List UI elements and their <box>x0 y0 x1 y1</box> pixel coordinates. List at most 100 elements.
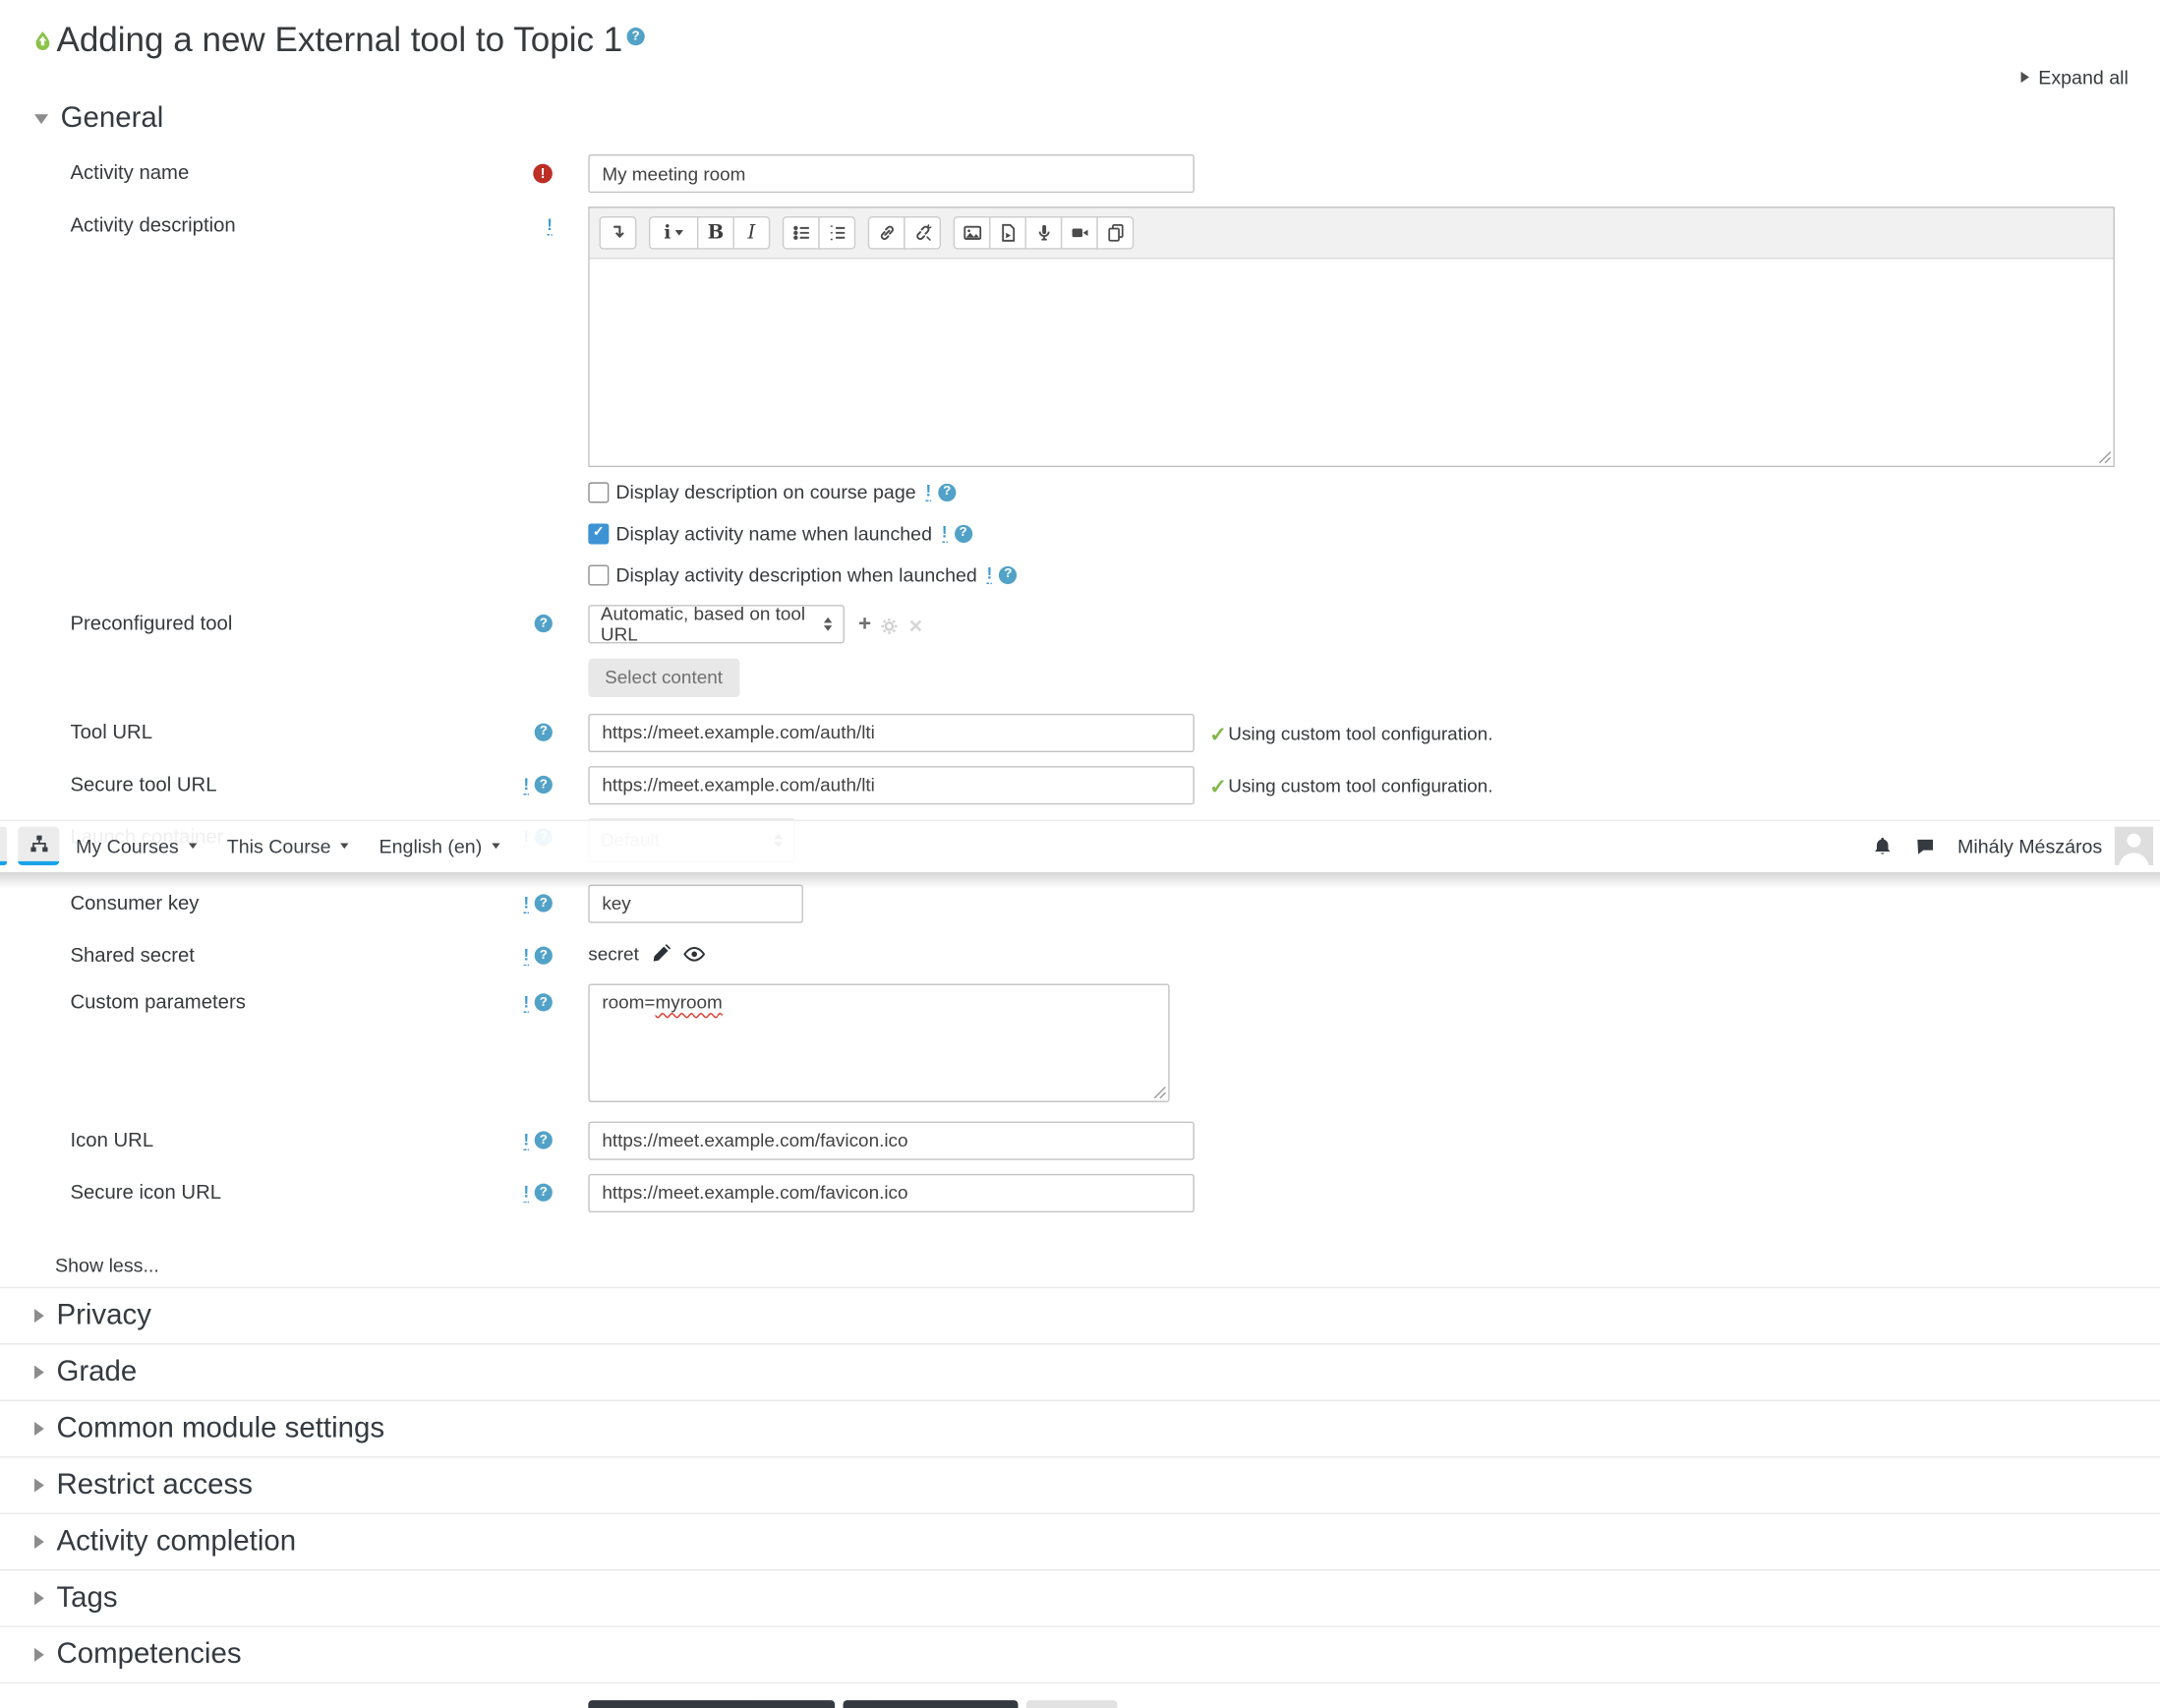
help-icon[interactable]: ? <box>938 483 957 501</box>
page-header: Adding a new External tool to Topic 1 ? <box>0 0 2160 61</box>
page: Adding a new External tool to Topic 1 ? … <box>0 0 2160 1708</box>
consumer-key-input[interactable] <box>588 883 803 923</box>
consumer-key-label: Consumer key <box>70 892 200 914</box>
edit-tool-gear-icon[interactable] <box>881 617 899 634</box>
expand-all-link[interactable]: Expand all <box>2020 66 2129 88</box>
help-icon[interactable]: ? <box>999 565 1018 584</box>
section-privacy-toggle[interactable]: Privacy <box>0 1299 2160 1332</box>
help-icon[interactable]: ? <box>534 1131 553 1149</box>
preconfigured-tool-select[interactable]: Automatic, based on tool URL <box>588 604 845 645</box>
tool-url-input[interactable] <box>588 713 1195 752</box>
sticky-navbar: My Courses This Course English (en) Mihá… <box>0 819 2160 889</box>
icon-url-input[interactable] <box>588 1120 1195 1160</box>
description-textarea[interactable] <box>589 259 2114 466</box>
tool-url-label: Tool URL <box>70 721 153 743</box>
add-tool-icon[interactable]: + <box>858 614 871 636</box>
avatar[interactable] <box>2114 826 2154 865</box>
record-video-button[interactable] <box>1060 215 1098 250</box>
record-audio-button[interactable] <box>1024 215 1063 250</box>
section-tags-toggle[interactable]: Tags <box>0 1581 2160 1615</box>
nav-this-course[interactable]: This Course <box>227 835 349 857</box>
preconfigured-tool-row: Preconfigured tool ? Automatic, based on… <box>0 604 2160 697</box>
help-icon[interactable]: ? <box>534 993 553 1012</box>
save-and-display-button[interactable]: Save and display <box>844 1699 1019 1708</box>
description-editor: i B I <box>588 206 2115 468</box>
icon-url-row: Icon URL ! ? <box>0 1120 2160 1160</box>
caret-right-icon <box>34 1647 44 1662</box>
display-description-row: Display description on course page ! ? <box>588 481 2160 502</box>
advanced-marker-icon: ! <box>941 521 948 544</box>
sitemap-icon[interactable] <box>18 826 60 865</box>
advanced-marker-icon: ! <box>523 991 530 1013</box>
display-activity-description-checkbox[interactable] <box>588 563 610 585</box>
nav-my-courses[interactable]: My Courses <box>76 835 197 857</box>
section-general-toggle[interactable]: General <box>0 102 2160 136</box>
caret-down-icon <box>340 843 349 850</box>
shared-secret-label: Shared secret <box>70 944 195 967</box>
help-icon[interactable]: ? <box>534 614 553 633</box>
secure-icon-url-label: Secure icon URL <box>70 1181 222 1204</box>
section-common-module-settings-toggle[interactable]: Common module settings <box>0 1412 2160 1445</box>
secure-icon-url-input[interactable] <box>588 1173 1195 1212</box>
section-activity-completion-toggle[interactable]: Activity completion <box>0 1524 2160 1558</box>
advanced-marker-icon: ! <box>547 214 553 236</box>
launch-container-wrap: Launch container ! ? Default My Co <box>0 817 2160 889</box>
nav-language[interactable]: English (en) <box>379 835 500 857</box>
unordered-list-button[interactable] <box>782 215 820 250</box>
insert-media-button[interactable] <box>989 215 1026 250</box>
insert-image-button[interactable] <box>953 215 991 250</box>
messages-icon[interactable] <box>1915 836 1936 856</box>
cancel-button[interactable]: Cancel <box>1026 1699 1118 1708</box>
caret-right-icon <box>34 1590 44 1605</box>
secure-tool-url-row: Secure tool URL ! ? ✓ Using custom tool … <box>0 765 2160 804</box>
section-grade-toggle[interactable]: Grade <box>0 1355 2160 1388</box>
manage-files-button[interactable] <box>1096 215 1135 250</box>
save-and-return-button[interactable]: Save and return to course <box>588 1699 836 1708</box>
caret-down-icon <box>492 843 500 850</box>
display-activity-name-checkbox[interactable] <box>588 522 610 544</box>
help-icon[interactable]: ? <box>534 776 553 795</box>
help-icon[interactable]: ? <box>534 894 553 913</box>
title-help-icon[interactable]: ? <box>626 28 645 46</box>
help-icon[interactable]: ? <box>534 722 553 741</box>
activity-name-input[interactable] <box>588 153 1195 194</box>
page-title: Adding a new External tool to Topic 1 <box>56 21 623 60</box>
select-content-button[interactable]: Select content <box>588 658 739 697</box>
icon-url-label: Icon URL <box>70 1129 154 1151</box>
form-actions: Save and return to course Save and displ… <box>588 1699 2160 1708</box>
bold-button[interactable]: B <box>697 215 734 250</box>
section-restrict-access-toggle[interactable]: Restrict access <box>0 1468 2160 1502</box>
secure-tool-url-status: ✓ Using custom tool configuration. <box>1209 775 1493 798</box>
edit-pencil-icon[interactable] <box>651 944 671 964</box>
show-secret-eye-icon[interactable] <box>682 945 705 963</box>
help-icon[interactable]: ? <box>534 1183 553 1202</box>
paragraph-styles-menu[interactable]: i <box>648 215 699 250</box>
editor-toolbar: i B I <box>589 207 2114 260</box>
help-icon[interactable]: ? <box>954 524 972 543</box>
link-button[interactable] <box>867 215 905 250</box>
ordered-list-button[interactable] <box>818 215 856 250</box>
help-icon[interactable]: ? <box>534 946 553 965</box>
unlink-button[interactable] <box>904 215 942 250</box>
caret-right-icon <box>34 1477 44 1492</box>
italic-button[interactable]: I <box>732 215 771 250</box>
section-competencies-toggle[interactable]: Competencies <box>0 1637 2160 1671</box>
delete-tool-icon[interactable]: ✕ <box>908 617 923 634</box>
toolbar-collapse-button[interactable] <box>599 215 637 250</box>
advanced-marker-icon: ! <box>523 944 530 966</box>
advanced-marker-icon: ! <box>523 1129 530 1150</box>
resize-handle[interactable] <box>1153 1085 1167 1098</box>
secure-tool-url-input[interactable] <box>588 765 1195 804</box>
custom-parameters-textarea[interactable]: room=myroom <box>588 982 1170 1102</box>
display-description-checkbox[interactable] <box>588 481 610 502</box>
notifications-bell-icon[interactable] <box>1872 836 1893 856</box>
activity-name-label: Activity name <box>70 162 190 185</box>
shared-secret-row: Shared secret ! ? secret <box>0 936 2160 967</box>
resize-handle[interactable] <box>2098 450 2112 464</box>
caret-right-icon <box>34 1421 44 1436</box>
show-less-link[interactable]: Show less... <box>55 1253 159 1274</box>
collapsed-sections: Privacy Grade Common module settings Res… <box>0 1286 2160 1683</box>
user-name[interactable]: Mihály Mészáros <box>1957 835 2102 856</box>
nav-edge-button[interactable] <box>0 826 8 865</box>
tool-url-row: Tool URL ? ✓ Using custom tool configura… <box>0 713 2160 752</box>
